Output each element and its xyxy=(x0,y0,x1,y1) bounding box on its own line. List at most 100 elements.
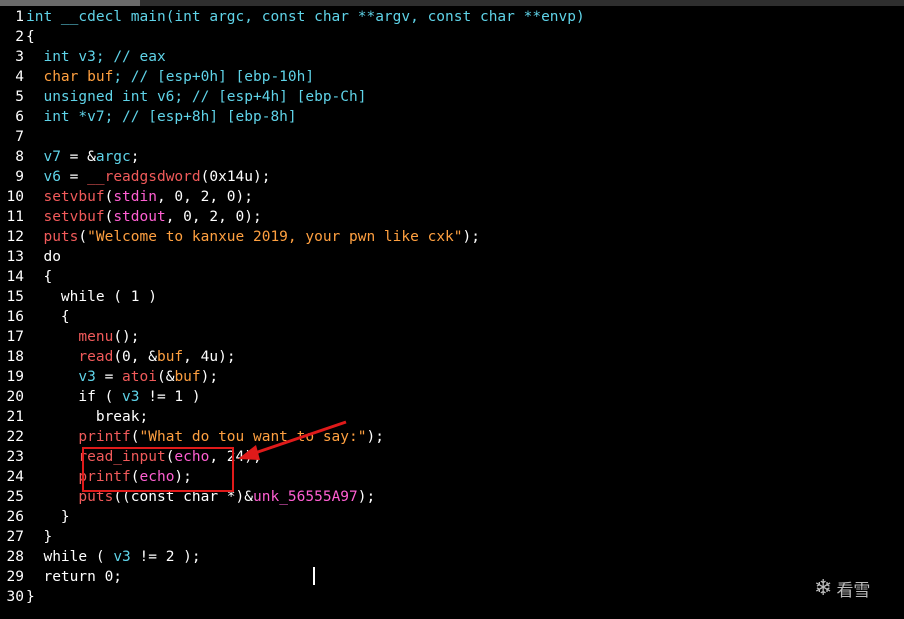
line-number: 15 xyxy=(6,289,24,305)
code-token: v7 xyxy=(26,149,61,165)
code-token: ( xyxy=(104,209,114,225)
annotation-arrow-icon xyxy=(238,420,347,460)
code-token: __readgsdword xyxy=(87,169,201,185)
code-token: , 4u); xyxy=(183,349,236,365)
line-number: 29 xyxy=(6,569,24,585)
code-token: ); xyxy=(462,229,480,245)
code-line[interactable]: 30} xyxy=(0,587,904,607)
code-token: printf xyxy=(26,429,131,445)
code-token: main xyxy=(130,9,166,25)
code-text: break; xyxy=(26,407,148,427)
code-text: int *v7; // [esp+8h] [ebp-8h] xyxy=(26,107,297,127)
code-token: } xyxy=(26,509,70,525)
code-text: v6 = __readgsdword(0x14u); xyxy=(26,167,270,187)
code-token: break; xyxy=(26,409,149,425)
code-line[interactable]: 22 printf("What do tou want to say:"); xyxy=(0,427,904,447)
code-line[interactable]: 26 } xyxy=(0,507,904,527)
code-token: = & xyxy=(60,149,96,165)
line-number: 12 xyxy=(6,229,24,245)
code-token: ( xyxy=(104,189,114,205)
code-line[interactable]: 1 int __cdecl main(int argc, const char *… xyxy=(0,7,904,27)
code-token: unk_56555A97 xyxy=(253,489,358,505)
line-number: 6 xyxy=(15,109,24,125)
code-text: menu(); xyxy=(26,327,139,347)
code-token: ; // [esp+4h] [ebp-Ch] xyxy=(174,89,367,105)
code-token: (& xyxy=(156,369,175,385)
code-text: { xyxy=(26,267,52,287)
code-token: ; xyxy=(130,149,140,165)
code-text: read(0, &buf, 4u); xyxy=(26,347,236,367)
code-line[interactable]: 27 } xyxy=(0,527,904,547)
code-text: } xyxy=(26,527,52,547)
code-text: v3 = atoi(&buf); xyxy=(26,367,218,387)
code-token: stdout xyxy=(113,209,166,225)
code-line[interactable]: 12 puts("Welcome to kanxue 2019, your pw… xyxy=(0,227,904,247)
code-token: != 2 ); xyxy=(130,549,201,565)
code-token: int * xyxy=(26,109,88,125)
code-line[interactable]: 10 setvbuf(stdin, 0, 2, 0); xyxy=(0,187,904,207)
line-number: 5 xyxy=(15,89,24,105)
code-line[interactable]: 20 if ( v3 != 1 ) xyxy=(0,387,904,407)
code-line[interactable]: 13 do xyxy=(0,247,904,267)
line-number: 13 xyxy=(6,249,24,265)
code-text: { xyxy=(26,27,35,47)
code-line[interactable]: 11 setvbuf(stdout, 0, 2, 0); xyxy=(0,207,904,227)
code-line[interactable]: 5 unsigned int v6; // [esp+4h] [ebp-Ch] xyxy=(0,87,904,107)
code-line[interactable]: 19 v3 = atoi(&buf); xyxy=(0,367,904,387)
tab-strip xyxy=(0,0,140,6)
line-number: 30 xyxy=(6,589,24,605)
code-line[interactable]: 14 { xyxy=(0,267,904,287)
line-number: 8 xyxy=(15,149,24,165)
code-line[interactable]: 6 int *v7; // [esp+8h] [ebp-8h] xyxy=(0,107,904,127)
line-number: 21 xyxy=(6,409,24,425)
code-text: setvbuf(stdout, 0, 2, 0); xyxy=(26,207,262,227)
code-token: ; // [esp+0h] [ebp-10h] xyxy=(113,69,315,85)
code-line[interactable]: 29 return 0; xyxy=(0,567,904,587)
code-text: int __cdecl main(int argc, const char **… xyxy=(26,7,585,27)
line-number: 3 xyxy=(15,49,24,65)
watermark: ❄ 看雪 xyxy=(814,574,870,602)
line-number: 9 xyxy=(15,169,24,185)
line-number: 26 xyxy=(6,509,24,525)
code-text: char buf; // [esp+0h] [ebp-10h] xyxy=(26,67,314,87)
code-token: while ( xyxy=(26,549,114,565)
code-line[interactable]: 28 while ( v3 != 2 ); xyxy=(0,547,904,567)
code-line[interactable]: 8 v7 = &argc; xyxy=(0,147,904,167)
code-token: int __cdecl xyxy=(26,9,131,25)
code-text: } xyxy=(26,587,35,607)
code-token: ); xyxy=(357,489,376,505)
code-line[interactable]: 18 read(0, &buf, 4u); xyxy=(0,347,904,367)
code-line[interactable]: 15 while ( 1 ) xyxy=(0,287,904,307)
line-number: 16 xyxy=(6,309,24,325)
code-token: int xyxy=(26,49,79,65)
code-token: buf xyxy=(87,69,114,85)
code-text: setvbuf(stdin, 0, 2, 0); xyxy=(26,187,253,207)
line-number: 18 xyxy=(6,349,24,365)
code-line[interactable]: 7 xyxy=(0,127,904,147)
code-line[interactable]: 2{ xyxy=(0,27,904,47)
code-text: v7 = &argc; xyxy=(26,147,140,167)
line-number: 24 xyxy=(6,469,24,485)
text-cursor xyxy=(313,567,315,585)
code-token: , 0, 2, 0); xyxy=(165,209,262,225)
code-token: ; // [esp+8h] [ebp-8h] xyxy=(104,109,297,125)
line-number: 4 xyxy=(15,69,24,85)
code-token: return 0; xyxy=(26,569,123,585)
code-text: if ( v3 != 1 ) xyxy=(26,387,200,407)
code-text: { xyxy=(26,307,70,327)
line-number: 19 xyxy=(6,369,24,385)
snowflake-icon: ❄ xyxy=(814,575,833,601)
code-line[interactable]: 17 menu(); xyxy=(0,327,904,347)
line-number: 20 xyxy=(6,389,24,405)
code-line[interactable]: 21 break; xyxy=(0,407,904,427)
code-line[interactable]: 9 v6 = __readgsdword(0x14u); xyxy=(0,167,904,187)
code-line[interactable]: 16 { xyxy=(0,307,904,327)
code-token: if ( xyxy=(26,389,123,405)
code-token: while ( 1 ) xyxy=(26,289,157,305)
code-line[interactable]: 3 int v3; // eax xyxy=(0,47,904,67)
code-token: puts xyxy=(26,229,79,245)
line-number: 1 xyxy=(15,9,24,25)
code-line[interactable]: 4 char buf; // [esp+0h] [ebp-10h] xyxy=(0,67,904,87)
pseudocode-view[interactable]: 1 int __cdecl main(int argc, const char *… xyxy=(0,7,904,607)
line-number: 22 xyxy=(6,429,24,445)
